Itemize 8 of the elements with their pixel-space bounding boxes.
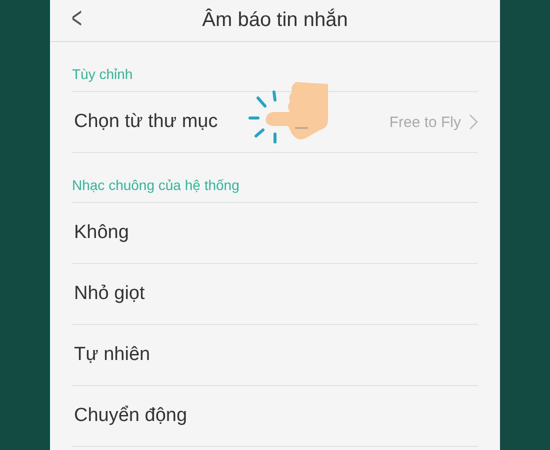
list-item[interactable]: Tự nhiên — [72, 325, 478, 386]
chevron-right-icon — [469, 114, 478, 130]
screen-title: Âm báo tin nhắn — [202, 9, 348, 32]
list-item[interactable]: Chuyển động — [72, 386, 478, 447]
list-item[interactable]: Không — [72, 203, 478, 264]
list-item[interactable]: Nhỏ giọt — [72, 264, 478, 325]
section-header: Nhạc chuông của hệ thống — [72, 153, 478, 203]
back-button[interactable]: < — [72, 4, 82, 34]
